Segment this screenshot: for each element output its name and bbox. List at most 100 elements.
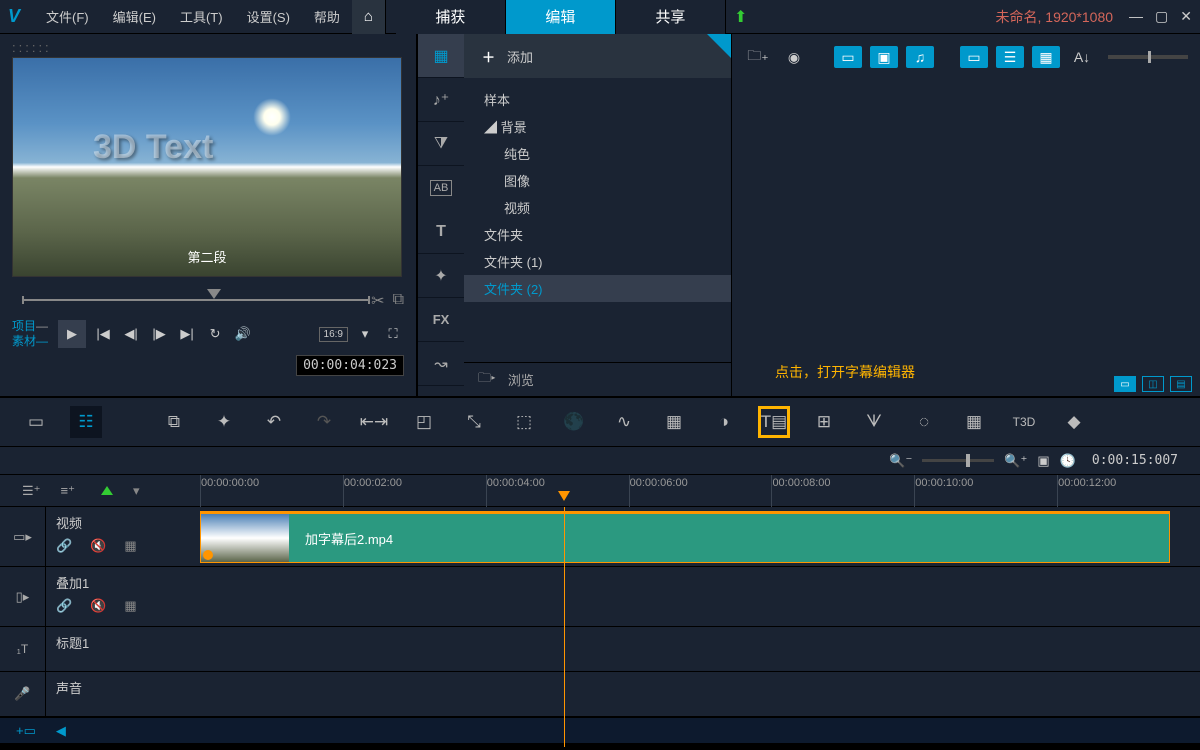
scrub-handle[interactable] (207, 289, 221, 299)
prev-frame-button[interactable]: ◀| (120, 323, 142, 345)
lib-tab-audio[interactable]: ♪⁺ (418, 78, 464, 122)
home-button[interactable]: ⌂ (352, 0, 386, 34)
view-grid-icon[interactable]: ▦ (1032, 46, 1060, 68)
zoom-in-icon[interactable]: 🔍⁺ (1004, 453, 1027, 469)
zoom-out-icon[interactable]: 🔍⁻ (889, 453, 912, 469)
track-type-video[interactable]: ▭▸ (0, 507, 46, 566)
track-motion-icon[interactable]: ◌ (908, 406, 940, 438)
loop-button[interactable]: ↻ (204, 323, 226, 345)
storyboard-view-icon[interactable]: ▭ (20, 406, 52, 438)
playhead[interactable] (564, 507, 565, 747)
aspect-dropdown-icon[interactable]: ▾ (354, 323, 376, 345)
fit-width-icon[interactable]: ⇤⇥ (358, 406, 390, 438)
mask-icon[interactable]: ◑ (708, 406, 740, 438)
filter-audio-icon[interactable]: ♫ (906, 46, 934, 68)
scroll-left-icon[interactable]: ◀ (56, 723, 66, 739)
source-project-label[interactable]: 项目— (12, 319, 48, 334)
timeline-duration[interactable]: 0:00:15:007 (1086, 451, 1184, 470)
layout-view-1[interactable]: ▭ (1114, 376, 1136, 392)
tree-folder-2[interactable]: 文件夹 (2) (464, 275, 731, 302)
close-button[interactable]: ✕ (1180, 8, 1192, 25)
menu-settings[interactable]: 设置(S) (235, 3, 302, 30)
scrub-bar[interactable]: ✂ ⧉ (12, 285, 404, 311)
minimize-button[interactable]: — (1129, 8, 1143, 25)
camera-import-icon[interactable]: ◉ (780, 46, 808, 68)
resize-icon[interactable]: ⬚ (508, 406, 540, 438)
track-expand-icon[interactable] (101, 486, 113, 495)
subtitle-editor-button[interactable]: T▤ (758, 406, 790, 438)
video-track-lane[interactable]: 加字幕后2.mp4 (200, 507, 1200, 567)
menu-tools[interactable]: 工具(T) (168, 3, 235, 30)
timecode-display[interactable]: 00:00:04:023 (296, 355, 404, 376)
video-clip[interactable]: 加字幕后2.mp4 (200, 511, 1170, 563)
track-type-audio[interactable]: 🎤 (0, 672, 46, 716)
aspect-ratio-button[interactable]: 16:9 (319, 327, 348, 342)
add-track-icon[interactable]: +▭ (16, 723, 36, 739)
multicam-icon[interactable]: ▦ (958, 406, 990, 438)
pan-zoom-icon[interactable]: ⤡ (458, 406, 490, 438)
crop-icon[interactable]: ◰ (408, 406, 440, 438)
paint-icon[interactable]: ◆ (1058, 406, 1090, 438)
maximize-button[interactable]: ▢ (1155, 8, 1168, 25)
mark-icon[interactable]: ⧉ (393, 291, 404, 311)
lib-tab-ab[interactable]: AB (430, 180, 452, 196)
lib-tab-media[interactable]: ▦ (418, 34, 464, 78)
next-frame-button[interactable]: |▶ (148, 323, 170, 345)
grid-icon[interactable]: ▦ (124, 538, 136, 554)
view-thumb-icon[interactable]: ▭ (960, 46, 988, 68)
preview-viewport[interactable]: 3D Text 第二段 (12, 57, 402, 277)
track-type-title[interactable]: ₁T (0, 627, 46, 671)
tree-folder-1[interactable]: 文件夹 (1) (464, 248, 731, 275)
panel-grip[interactable]: :::::: (12, 40, 404, 55)
filter-video-icon[interactable]: ▭ (834, 46, 862, 68)
speed-icon[interactable]: ∿ (608, 406, 640, 438)
thumbnail-size-slider[interactable] (1108, 55, 1188, 59)
split-screen-icon[interactable]: ⊞ (808, 406, 840, 438)
browse-button[interactable]: 🗀▸ 浏览 (464, 362, 731, 396)
go-end-button[interactable]: ▶| (176, 323, 198, 345)
overlay-track-lane[interactable] (200, 567, 1200, 627)
undo-button[interactable]: ↶ (258, 406, 290, 438)
sort-icon[interactable]: A↓ (1068, 46, 1096, 68)
fullscreen-icon[interactable]: ⛶ (382, 323, 404, 345)
redo-button[interactable]: ↷ (308, 406, 340, 438)
menu-file[interactable]: 文件(F) (34, 3, 101, 30)
track-opts-2[interactable]: ≡⁺ (61, 483, 75, 499)
cut-icon[interactable]: ✂ (371, 291, 384, 311)
lib-tab-graphics[interactable]: ✦ (418, 254, 464, 298)
lib-tab-fx[interactable]: FX (418, 298, 464, 342)
zoom-fit-icon[interactable]: ▣ (1037, 453, 1049, 469)
mute-icon[interactable]: 🔇 (90, 538, 106, 554)
import-folder-icon[interactable]: 🗀₊ (744, 46, 772, 68)
lib-tab-transitions[interactable]: ⧩ (418, 122, 464, 166)
track-type-overlay[interactable]: ▯▸ (0, 567, 46, 626)
lib-tab-title[interactable]: T (418, 210, 464, 254)
layout-view-2[interactable]: ◫ (1142, 376, 1164, 392)
motion-icon[interactable]: ᗐ (858, 406, 890, 438)
link-icon[interactable]: 🔗 (56, 538, 72, 554)
timeline-view-icon[interactable]: ☷ (70, 406, 102, 438)
menu-help[interactable]: 帮助 (302, 3, 352, 30)
lib-tab-path[interactable]: ↝ (418, 342, 464, 386)
view-list-icon[interactable]: ☰ (996, 46, 1024, 68)
tree-video[interactable]: 视频 (464, 194, 731, 221)
copy-attrs-icon[interactable]: ⧉ (158, 406, 190, 438)
tab-capture[interactable]: 捕获 (396, 0, 506, 34)
add-folder-button[interactable]: ＋ 添加 (464, 34, 731, 78)
source-clip-label[interactable]: 素材— (12, 334, 48, 349)
tree-sample[interactable]: 样本 (464, 86, 731, 113)
reverse-icon[interactable]: ▦ (658, 406, 690, 438)
zoom-slider[interactable] (922, 459, 994, 462)
title-track-lane[interactable] (200, 627, 1200, 672)
tab-share[interactable]: 共享 (616, 0, 726, 34)
upload-icon[interactable]: ⬆ (734, 7, 747, 27)
tree-folder[interactable]: 文件夹 (464, 221, 731, 248)
layout-view-3[interactable]: ▤ (1170, 376, 1192, 392)
go-start-button[interactable]: |◀ (92, 323, 114, 345)
tree-image[interactable]: 图像 (464, 167, 731, 194)
tree-solid-color[interactable]: 纯色 (464, 140, 731, 167)
tools-icon[interactable]: ✦ (208, 406, 240, 438)
audio-track-lane[interactable] (200, 672, 1200, 717)
color-icon[interactable]: 🌑 (558, 406, 590, 438)
track-opts-1[interactable]: ☰⁺ (22, 483, 41, 499)
